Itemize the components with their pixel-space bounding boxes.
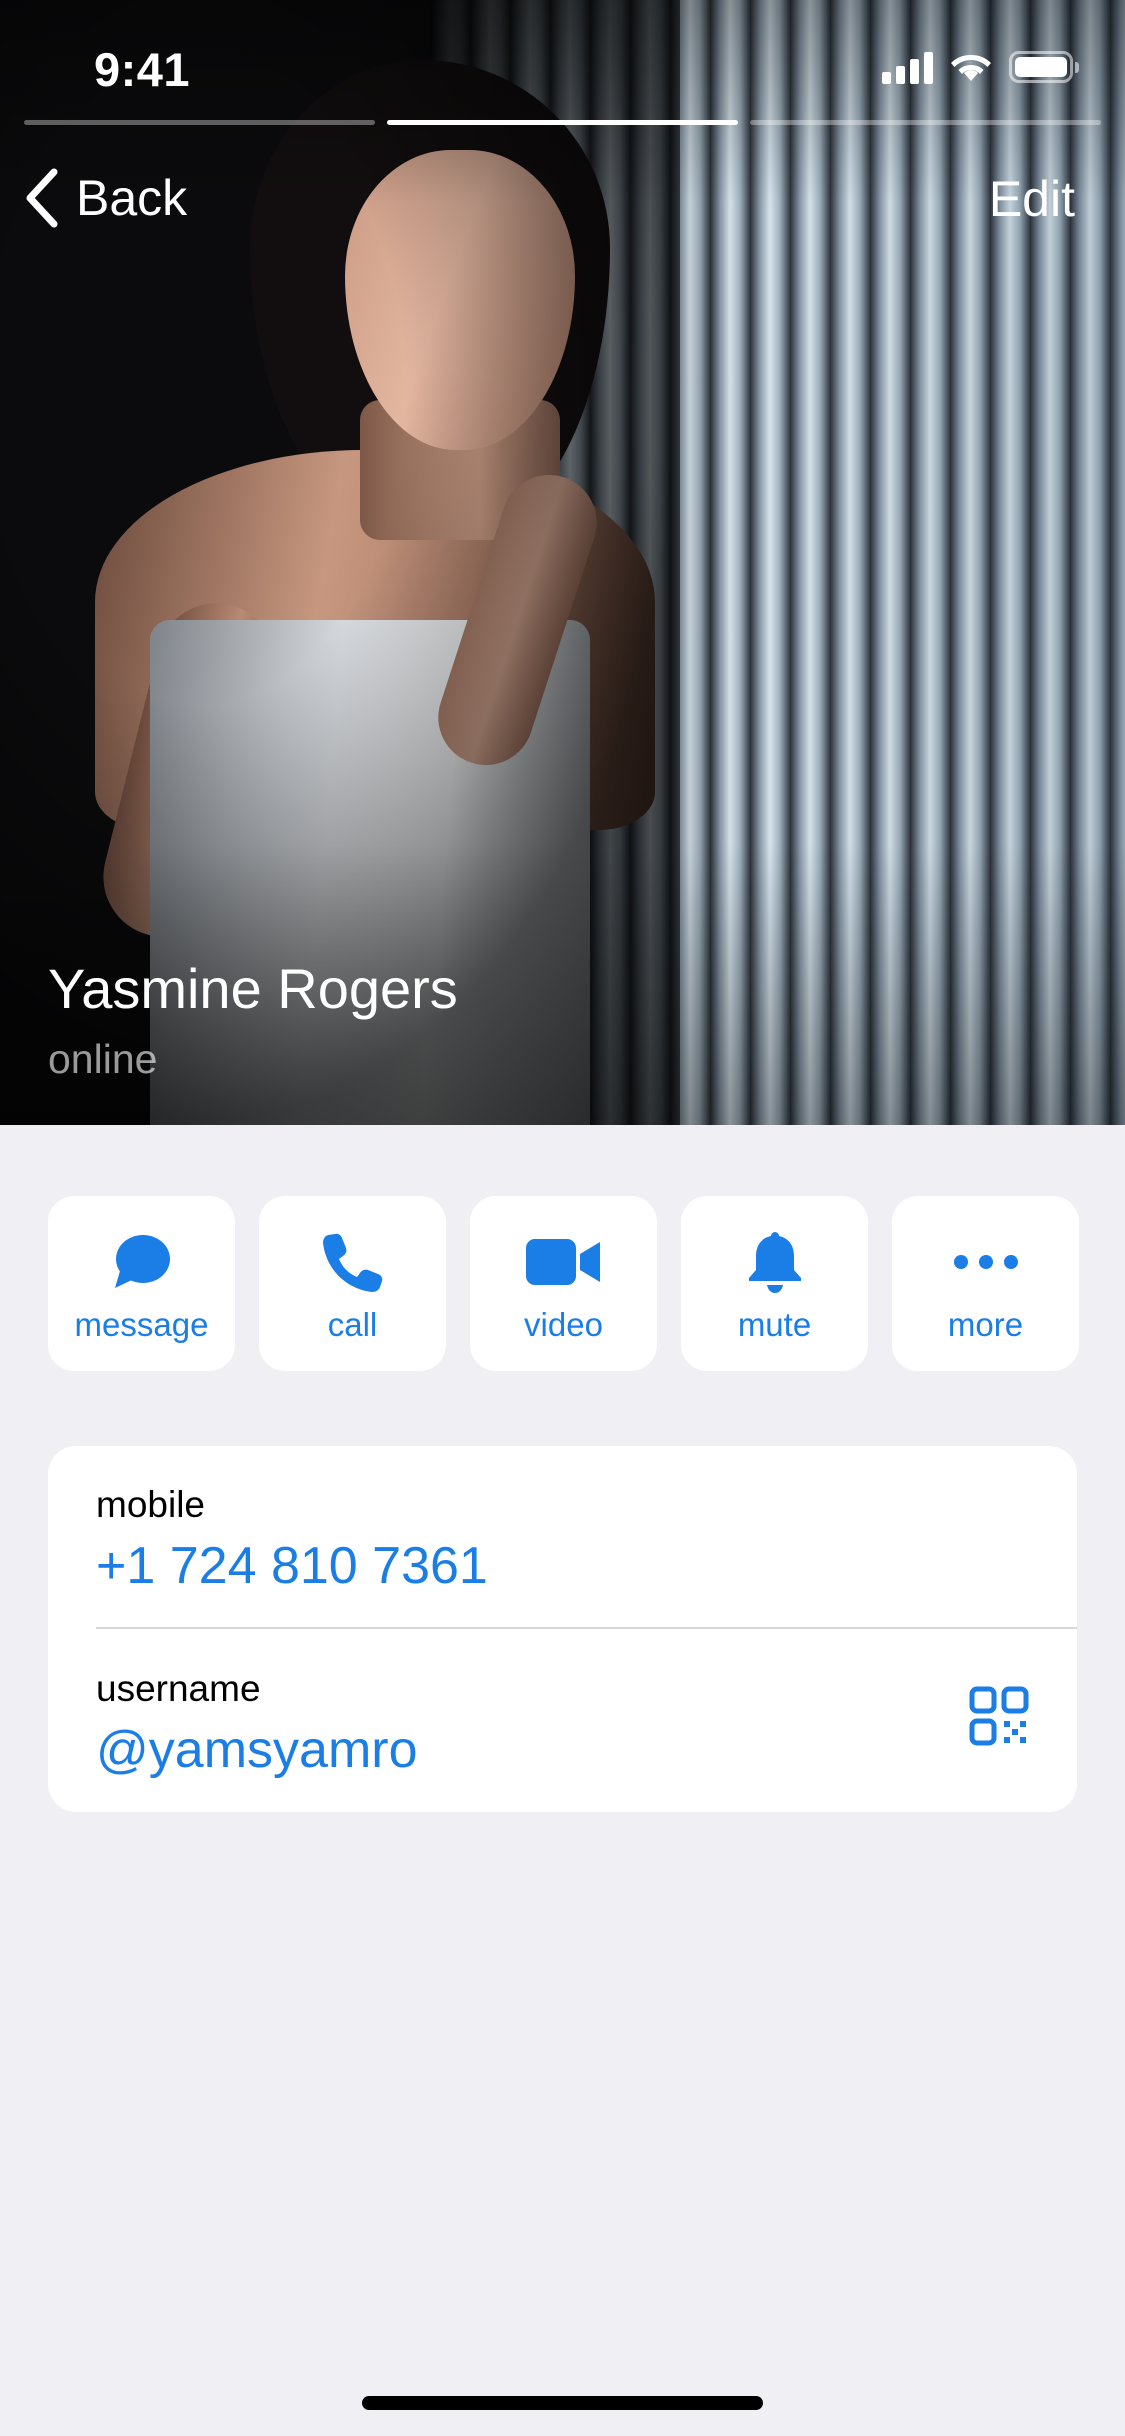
wifi-icon: [951, 54, 991, 81]
video-label: video: [524, 1306, 603, 1343]
call-label: call: [327, 1306, 378, 1343]
status-icons: [882, 50, 1079, 84]
phone-icon: [322, 1233, 382, 1292]
profile-status: online: [48, 1036, 158, 1082]
photo-progress: [24, 120, 1101, 125]
profile-name: Yasmine Rogers: [48, 957, 458, 1020]
message-bubble-icon: [114, 1235, 170, 1288]
home-indicator[interactable]: [362, 2396, 763, 2410]
username-value[interactable]: @yamsyamro: [96, 1720, 1077, 1780]
mute-label: mute: [737, 1306, 812, 1343]
status-time: 9:41: [94, 43, 191, 96]
mobile-caption: mobile: [96, 1484, 205, 1525]
action-buttons: message call video mute more: [48, 1196, 1079, 1371]
contact-info-card: mobile +1 724 810 7361 username @yamsyam…: [48, 1446, 1077, 1812]
video-button[interactable]: video: [470, 1196, 657, 1371]
call-button[interactable]: call: [259, 1196, 446, 1371]
row-divider: [96, 1627, 1077, 1629]
message-button[interactable]: message: [48, 1196, 235, 1371]
progress-segment-active: [387, 120, 738, 125]
mobile-number[interactable]: +1 724 810 7361: [96, 1536, 1077, 1596]
more-dots-icon: [953, 1255, 1018, 1269]
battery-icon: [1009, 51, 1079, 83]
chevron-left-icon: [26, 168, 58, 228]
more-label: more: [947, 1306, 1024, 1343]
cellular-signal-icon: [882, 50, 933, 84]
username-row[interactable]: username @yamsyamro: [96, 1668, 1077, 1780]
message-label: message: [74, 1306, 209, 1343]
mobile-row[interactable]: mobile +1 724 810 7361: [96, 1484, 1077, 1596]
back-label: Back: [76, 170, 188, 226]
edit-button[interactable]: Edit: [989, 170, 1075, 228]
video-camera-icon: [525, 1239, 600, 1285]
progress-segment: [750, 120, 1101, 125]
back-button[interactable]: Back: [22, 166, 187, 230]
mute-button[interactable]: mute: [681, 1196, 868, 1371]
bell-icon: [748, 1232, 801, 1293]
username-caption: username: [96, 1668, 261, 1709]
qr-code-icon[interactable]: [969, 1686, 1029, 1746]
more-button[interactable]: more: [892, 1196, 1079, 1371]
progress-segment: [24, 120, 375, 125]
